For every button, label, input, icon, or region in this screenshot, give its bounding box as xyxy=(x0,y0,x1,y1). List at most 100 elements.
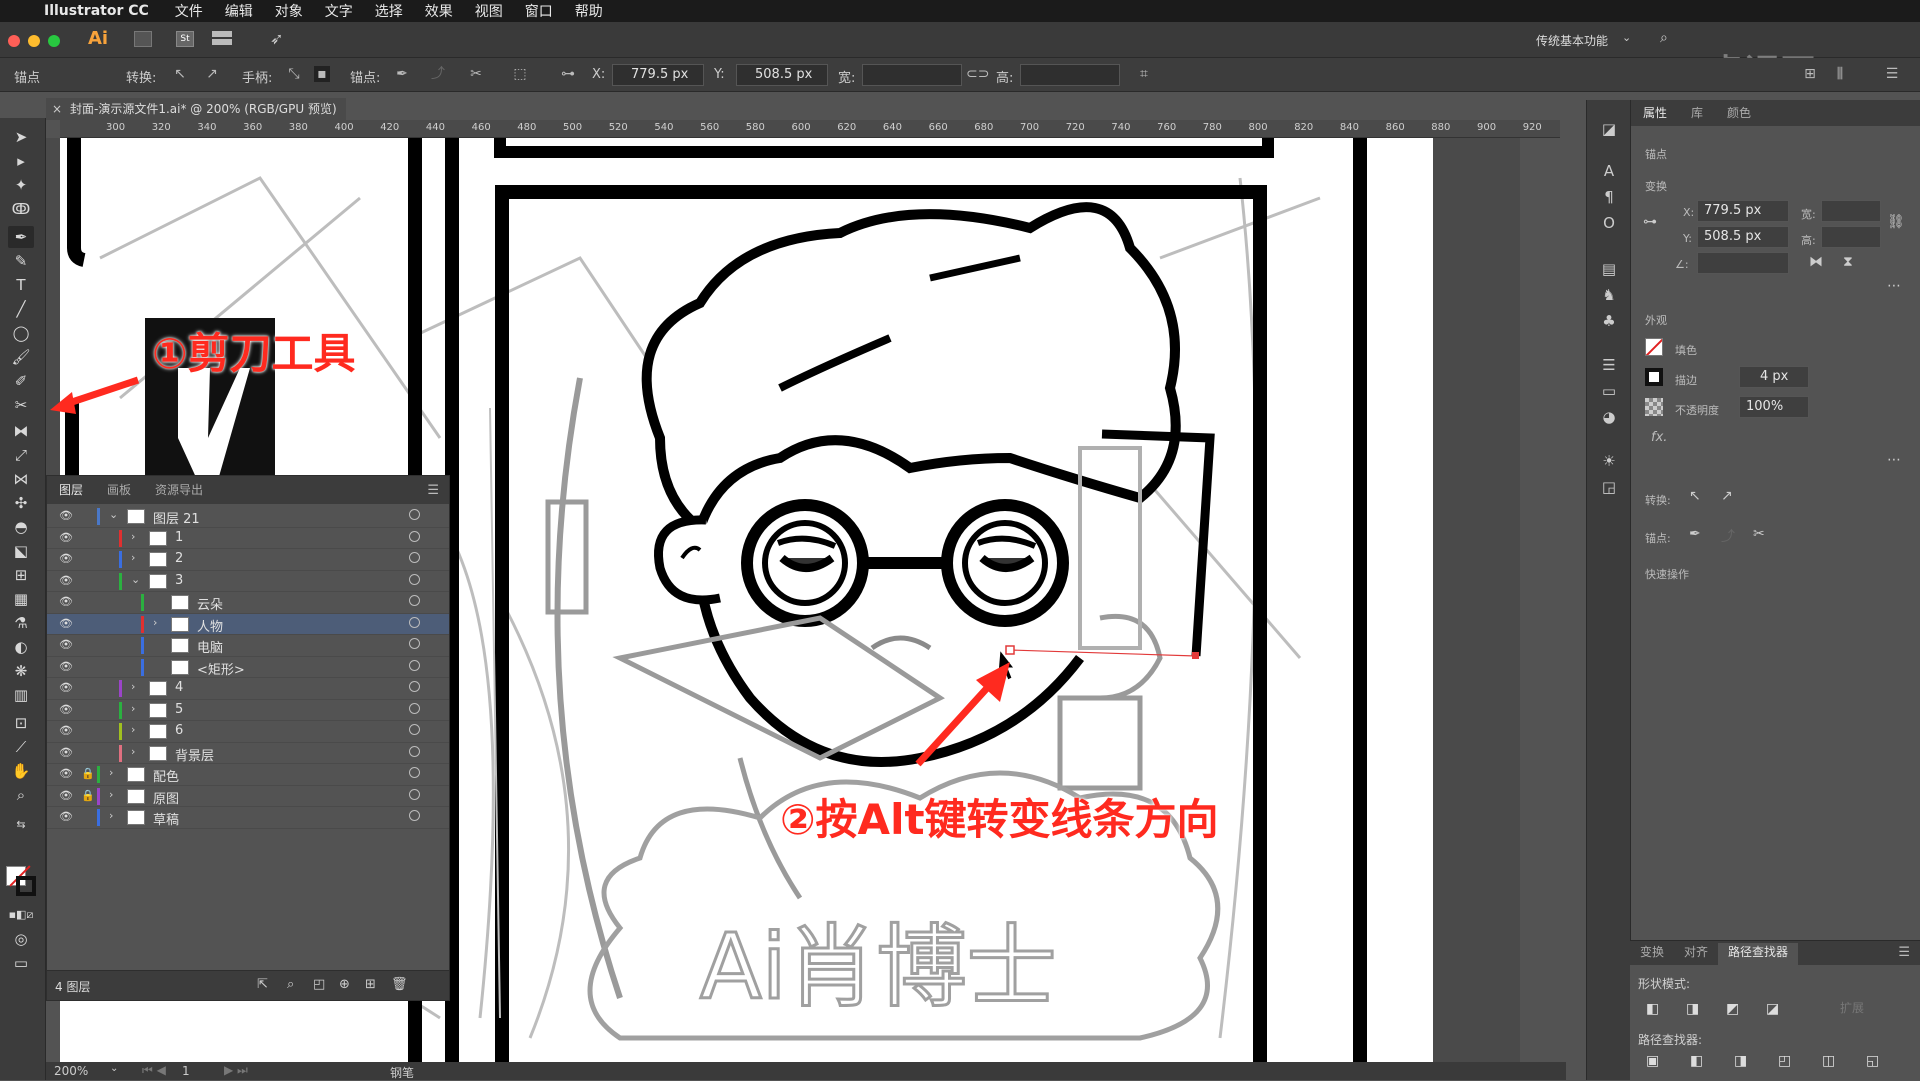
visibility-eye-icon[interactable]: 👁 xyxy=(59,810,73,823)
document-tab[interactable]: × 封面-演示源文件1.ai* @ 200% (RGB/GPU 预览) xyxy=(46,98,346,120)
type-tool-icon[interactable]: T xyxy=(8,274,34,296)
target-circle-icon[interactable] xyxy=(409,638,420,649)
menu-object[interactable]: 对象 xyxy=(275,1,303,21)
tab-pathfinder[interactable]: 路径查找器 xyxy=(1718,943,1799,965)
hand-tool-icon[interactable]: ✋ xyxy=(8,760,34,782)
prop-h-field[interactable] xyxy=(1821,226,1881,248)
chevron-down-icon[interactable]: ⌄ xyxy=(131,573,140,586)
cut-path-icon[interactable]: ✂ xyxy=(1753,526,1765,542)
show-handles-icon[interactable]: ⤡ xyxy=(286,66,302,82)
outline-icon[interactable]: ◫ xyxy=(1822,1053,1840,1069)
artboard-number[interactable]: 1 xyxy=(182,1064,190,1078)
layer-row[interactable]: 👁 › 草稿 xyxy=(47,807,449,829)
layer-row[interactable]: 👁 ⌄ 图层 21 xyxy=(47,506,449,528)
connect-endpoints-icon[interactable]: ⤴ xyxy=(430,66,446,82)
layer-row[interactable]: 👁 电脑 xyxy=(47,635,449,657)
target-circle-icon[interactable] xyxy=(409,810,420,821)
width-field[interactable] xyxy=(862,64,962,86)
drawing-mode-icon[interactable]: ◎ xyxy=(8,928,34,950)
chevron-right-icon[interactable]: › xyxy=(109,766,113,779)
lock-icon[interactable]: 🔒 xyxy=(81,789,95,802)
visibility-eye-icon[interactable]: 👁 xyxy=(59,767,73,780)
fill-swatch[interactable] xyxy=(1645,338,1663,356)
visibility-eye-icon[interactable]: 👁 xyxy=(59,638,73,651)
target-circle-icon[interactable] xyxy=(409,745,420,757)
fx-button[interactable]: fx. xyxy=(1651,430,1667,445)
arrange-documents-icon[interactable] xyxy=(212,31,232,45)
convert-to-smooth-icon[interactable]: ↗ xyxy=(204,66,220,82)
hide-handles-icon[interactable]: ▪ xyxy=(314,66,330,82)
layer-row[interactable]: 👁 <矩形> xyxy=(47,657,449,678)
transparency-panel-icon[interactable]: ◕ xyxy=(1599,408,1619,428)
isolate-icon[interactable]: ⌗ xyxy=(1136,66,1152,82)
panel-menu-icon[interactable]: ☰ xyxy=(1884,66,1900,82)
target-circle-icon[interactable] xyxy=(409,659,420,671)
layer-row[interactable]: 👁 🔒 › 原图 xyxy=(47,786,449,807)
menu-view[interactable]: 视图 xyxy=(475,1,503,21)
eyedropper-tool-icon[interactable]: ⚗ xyxy=(8,612,34,634)
chevron-right-icon[interactable]: › xyxy=(153,616,157,629)
new-sublayer-icon[interactable]: ⊕ xyxy=(339,977,350,992)
brushes-panel-icon[interactable]: ♞ xyxy=(1599,286,1619,306)
new-layer-icon[interactable]: ⊞ xyxy=(365,977,376,992)
minimize-window-button[interactable] xyxy=(28,35,40,47)
target-circle-icon[interactable] xyxy=(409,509,420,520)
chevron-right-icon[interactable]: › xyxy=(131,551,135,564)
layer-row[interactable]: 👁 🔒 › 配色 xyxy=(47,764,449,786)
export-icon[interactable]: ⇱ xyxy=(257,977,268,992)
cut-path-icon[interactable]: ✂ xyxy=(468,66,484,82)
appearance-panel-icon[interactable]: ☀ xyxy=(1599,452,1619,472)
close-window-button[interactable] xyxy=(8,35,20,47)
panel-menu-icon[interactable]: ☰ xyxy=(417,483,449,504)
swap-colors-icon[interactable]: ⇆ xyxy=(8,814,34,836)
layer-row[interactable]: 👁 › 1 xyxy=(47,528,449,549)
graphic-styles-panel-icon[interactable]: ◲ xyxy=(1599,478,1619,498)
menu-effect[interactable]: 效果 xyxy=(425,1,453,21)
paintbrush-tool-icon[interactable]: 🖌 xyxy=(8,346,34,368)
character-panel-icon[interactable]: A xyxy=(1599,162,1619,182)
layer-row[interactable]: 👁 › 2 xyxy=(47,549,449,571)
visibility-eye-icon[interactable]: 👁 xyxy=(59,703,73,716)
target-circle-icon[interactable] xyxy=(409,595,420,606)
merge-icon[interactable]: ◨ xyxy=(1734,1053,1752,1069)
layer-row[interactable]: 👁 ⌄ 3 xyxy=(47,571,449,592)
visibility-eye-icon[interactable]: 👁 xyxy=(59,552,73,565)
menu-help[interactable]: 帮助 xyxy=(575,1,603,21)
chevron-right-icon[interactable]: › xyxy=(131,723,135,736)
menu-edit[interactable]: 编辑 xyxy=(225,1,253,21)
chevron-down-icon[interactable]: ⌄ xyxy=(110,1063,118,1074)
target-circle-icon[interactable] xyxy=(409,530,420,542)
layer-row[interactable]: 👁 › 6 xyxy=(47,721,449,743)
visibility-eye-icon[interactable]: 👁 xyxy=(59,595,73,608)
zoom-level[interactable]: 200% xyxy=(54,1064,88,1078)
chevron-down-icon[interactable]: ⌄ xyxy=(109,508,118,521)
symbols-panel-icon[interactable]: ♣ xyxy=(1599,312,1619,332)
prop-y-field[interactable]: 508.5 px xyxy=(1697,226,1789,248)
libraries-panel-icon[interactable]: ▤ xyxy=(1599,260,1619,280)
tab-asset-export[interactable]: 资源导出 xyxy=(143,481,215,504)
panel-menu-icon[interactable]: ☰ xyxy=(1888,945,1920,965)
target-circle-icon[interactable] xyxy=(409,616,420,628)
gpu-performance-icon[interactable]: ➶ xyxy=(270,29,283,48)
mesh-tool-icon[interactable]: ⊞ xyxy=(8,564,34,586)
layer-row[interactable]: 👁 › 5 xyxy=(47,700,449,721)
zoom-window-button[interactable] xyxy=(48,35,60,47)
selection-tool-icon[interactable]: ➤ xyxy=(8,126,34,148)
flip-horizontal-icon[interactable]: ⧓ xyxy=(1809,254,1823,270)
chevron-right-icon[interactable]: › xyxy=(109,788,113,801)
bridge-icon[interactable] xyxy=(134,31,152,47)
chevron-right-icon[interactable]: › xyxy=(131,680,135,693)
reference-point-icon[interactable]: ⊶ xyxy=(560,66,576,82)
visibility-eye-icon[interactable]: 👁 xyxy=(59,789,73,802)
prop-x-field[interactable]: 779.5 px xyxy=(1697,200,1789,222)
unite-icon[interactable]: ◧ xyxy=(1646,1001,1664,1017)
target-circle-icon[interactable] xyxy=(409,767,420,778)
prop-angle-field[interactable] xyxy=(1697,252,1789,274)
column-graph-tool-icon[interactable]: ▥ xyxy=(8,684,34,706)
curvature-tool-icon[interactable]: ✎ xyxy=(8,250,34,272)
convert-to-corner-icon[interactable]: ↖ xyxy=(172,66,188,82)
minus-back-icon[interactable]: ◱ xyxy=(1866,1053,1884,1069)
visibility-eye-icon[interactable]: 👁 xyxy=(59,660,73,673)
tab-layers[interactable]: 图层 xyxy=(47,481,95,504)
zoom-tool-icon[interactable]: ⌕ xyxy=(8,784,34,806)
